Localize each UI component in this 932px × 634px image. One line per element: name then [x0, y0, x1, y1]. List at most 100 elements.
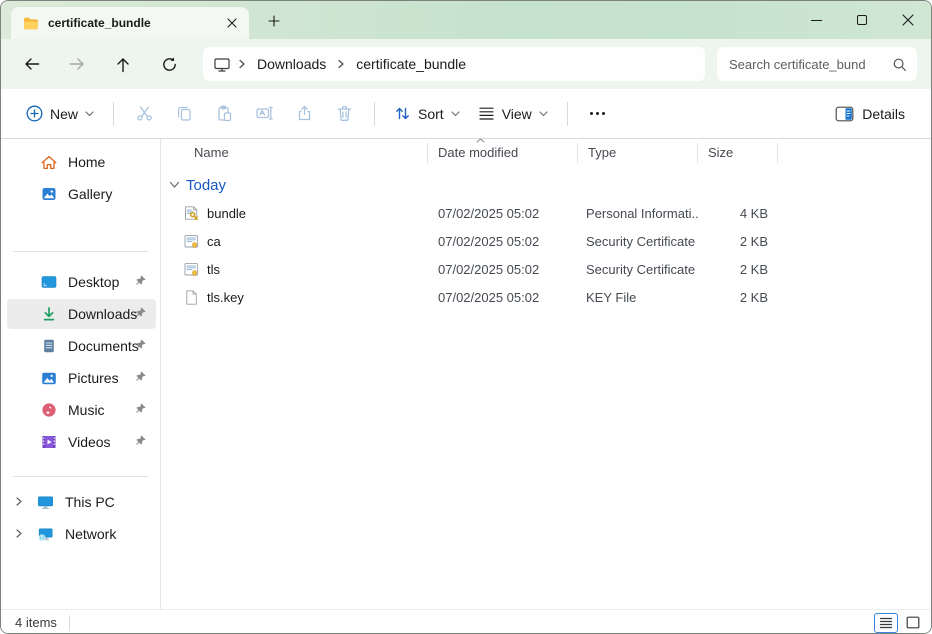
- sidebar-item-label: Documents: [68, 338, 139, 354]
- sidebar-item-downloads[interactable]: Downloads: [7, 299, 156, 329]
- file-row-ca[interactable]: ca 07/02/2025 05:02 Security Certificate…: [161, 227, 931, 255]
- sidebar-item-videos[interactable]: Videos: [7, 427, 156, 457]
- delete-button[interactable]: [324, 96, 364, 132]
- share-button[interactable]: [284, 96, 324, 132]
- thumbnail-view-button[interactable]: [901, 613, 925, 633]
- share-icon: [295, 104, 314, 123]
- breadcrumb-chevron-icon: [337, 59, 345, 69]
- folder-icon: [23, 16, 39, 30]
- refresh-icon: [161, 56, 178, 73]
- sidebar-item-label: Network: [65, 526, 116, 542]
- new-tab-button[interactable]: [261, 9, 287, 33]
- sidebar-item-documents[interactable]: Documents: [7, 331, 156, 361]
- file-type: Security Certificate: [578, 262, 698, 277]
- minimize-icon: [811, 20, 822, 21]
- sidebar-item-music[interactable]: Music: [7, 395, 156, 425]
- cut-button[interactable]: [124, 96, 164, 132]
- title-bar: certificate_bundle: [1, 1, 931, 39]
- paste-icon: [215, 104, 234, 123]
- column-header-size[interactable]: Size: [698, 143, 778, 163]
- sidebar-item-home[interactable]: Home: [7, 147, 156, 177]
- expand-chevron-icon[interactable]: [15, 496, 23, 507]
- details-pane-icon: [835, 106, 854, 122]
- network-icon: [37, 527, 54, 542]
- new-plus-icon: [26, 105, 43, 122]
- thumbnail-view-icon: [906, 616, 920, 629]
- copy-icon: [175, 104, 194, 123]
- maximize-button[interactable]: [839, 1, 885, 39]
- up-button[interactable]: [105, 46, 141, 82]
- file-row-tls[interactable]: tls 07/02/2025 05:02 Security Certificat…: [161, 255, 931, 283]
- address-bar[interactable]: Downloads certificate_bundle: [203, 47, 705, 81]
- search-box: [717, 47, 917, 81]
- column-header-name[interactable]: Name: [161, 143, 428, 163]
- tab-close-button[interactable]: [221, 12, 243, 34]
- delete-icon: [335, 104, 354, 123]
- videos-icon: [41, 434, 57, 450]
- certificate-key-icon: [183, 205, 200, 222]
- explorer-tab[interactable]: certificate_bundle: [11, 7, 249, 39]
- file-type: KEY File: [578, 290, 698, 305]
- close-button[interactable]: [885, 1, 931, 39]
- rename-button[interactable]: [244, 96, 284, 132]
- details-pane-button[interactable]: Details: [825, 96, 915, 132]
- details-view-button[interactable]: [874, 613, 898, 633]
- file-name: tls: [207, 262, 220, 277]
- sidebar-item-desktop[interactable]: Desktop: [7, 267, 156, 297]
- sidebar-item-this-pc[interactable]: This PC: [7, 487, 156, 517]
- sidebar-item-label: Pictures: [68, 370, 119, 386]
- view-button[interactable]: View: [469, 96, 557, 132]
- column-headers: Name Date modified Type Size: [161, 141, 931, 165]
- breadcrumb-certificate-bundle[interactable]: certificate_bundle: [352, 54, 470, 74]
- forward-icon: [69, 56, 86, 72]
- up-icon: [115, 56, 131, 73]
- file-row-bundle[interactable]: bundle 07/02/2025 05:02 Personal Informa…: [161, 199, 931, 227]
- sidebar-item-pictures[interactable]: Pictures: [7, 363, 156, 393]
- file-date: 07/02/2025 05:02: [428, 262, 578, 277]
- file-row-tls-key[interactable]: tls.key 07/02/2025 05:02 KEY File 2 KB: [161, 283, 931, 311]
- gallery-icon: [41, 186, 57, 202]
- forward-button[interactable]: [59, 46, 95, 82]
- group-header-today[interactable]: Today: [169, 175, 931, 195]
- column-header-type[interactable]: Type: [578, 143, 698, 163]
- sidebar-item-gallery[interactable]: Gallery: [7, 179, 156, 209]
- column-header-date-modified[interactable]: Date modified: [428, 143, 578, 163]
- view-toggles: [874, 613, 925, 633]
- pin-icon: [134, 434, 147, 447]
- statusbar-separator: [69, 615, 70, 631]
- expand-chevron-icon[interactable]: [15, 528, 23, 539]
- new-button-label: New: [50, 106, 78, 122]
- minimize-button[interactable]: [793, 1, 839, 39]
- copy-button[interactable]: [164, 96, 204, 132]
- music-icon: [41, 402, 57, 418]
- this-pc-icon: [37, 495, 54, 510]
- paste-button[interactable]: [204, 96, 244, 132]
- back-button[interactable]: [13, 46, 49, 82]
- sidebar-item-label: Home: [68, 154, 105, 170]
- pin-icon: [134, 306, 147, 319]
- file-name: tls.key: [207, 290, 244, 305]
- search-input[interactable]: [729, 57, 892, 72]
- file-type: Personal Informati...: [578, 206, 698, 221]
- key-file-icon: [183, 289, 200, 306]
- main-area: Home Gallery Desktop: [1, 139, 931, 609]
- command-toolbar: New Sort View: [1, 89, 931, 139]
- sidebar-item-label: Downloads: [68, 306, 137, 322]
- file-size: 2 KB: [698, 262, 778, 277]
- sort-ascending-icon: [476, 139, 485, 143]
- sidebar-item-network[interactable]: Network: [7, 519, 156, 549]
- refresh-button[interactable]: [151, 46, 187, 82]
- this-pc-breadcrumb-icon[interactable]: [213, 56, 231, 73]
- navigation-pane: Home Gallery Desktop: [1, 139, 161, 609]
- breadcrumb-downloads[interactable]: Downloads: [253, 54, 330, 74]
- certificate-icon: [183, 261, 200, 278]
- rename-icon: [255, 104, 274, 123]
- pin-icon: [134, 402, 147, 415]
- new-button[interactable]: New: [17, 96, 103, 132]
- close-icon: [902, 14, 914, 26]
- search-icon[interactable]: [892, 57, 907, 72]
- home-icon: [41, 155, 57, 170]
- sort-button[interactable]: Sort: [385, 96, 469, 132]
- more-options-button[interactable]: [578, 96, 618, 132]
- back-icon: [23, 56, 40, 72]
